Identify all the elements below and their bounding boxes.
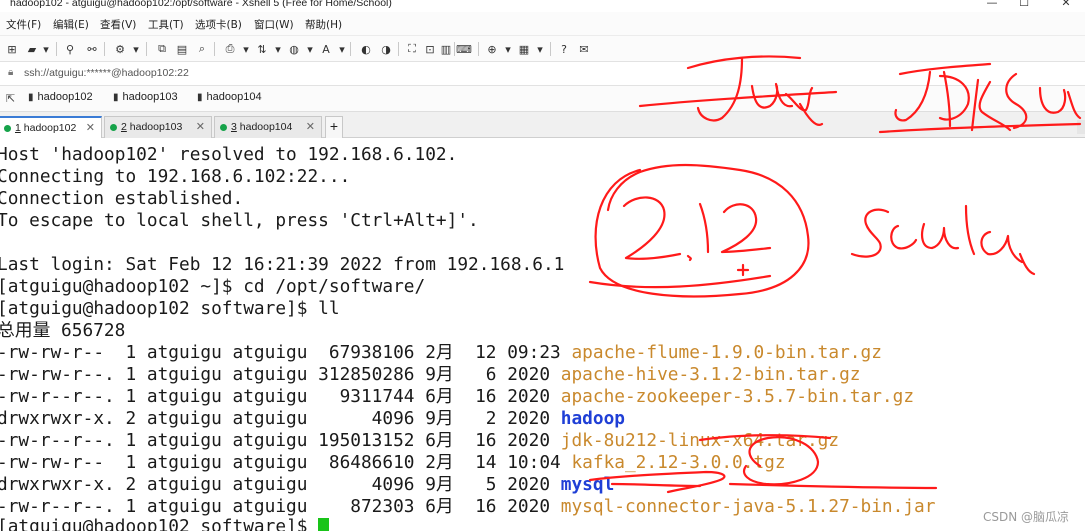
dropdown-arrow-icon[interactable]: ▾ <box>532 41 548 57</box>
lock-icon: 🔒︎ <box>8 67 14 78</box>
menu-help[interactable]: 帮助(H) <box>305 17 342 32</box>
terminal-line: [atguigu@hadoop102 ~]$ cd /opt/software/ <box>0 276 426 297</box>
dropdown-arrow-icon[interactable]: ▾ <box>128 41 144 57</box>
dropdown-arrow-icon[interactable]: ▾ <box>38 41 54 57</box>
link-hadoop103[interactable]: ▮ hadoop103 <box>113 91 178 103</box>
bookmark-icon: ▮ <box>28 92 34 103</box>
menu-tools[interactable]: 工具(T) <box>148 17 184 32</box>
prompt-line[interactable]: [atguigu@hadoop102 software]$ <box>0 516 330 531</box>
address-bar[interactable]: 🔒︎ ssh://atguigu:******@hadoop102:22 <box>0 62 1085 86</box>
file-row: -rw-rw-r-- 1 atguigu atguigu 86486610 2月… <box>0 452 786 473</box>
keyboard-icon[interactable]: ⌨ <box>456 41 472 57</box>
bookmark-icon: ▮ <box>113 92 119 103</box>
tab-bar: 1 hadoop102 ✕ 2 hadoop103 ✕ 3 hadoop104 … <box>0 112 1085 139</box>
file-row: -rw-rw-r--. 1 atguigu atguigu 312850286 … <box>0 364 861 385</box>
dropdown-arrow-icon[interactable]: ▾ <box>302 41 318 57</box>
scrollbar[interactable] <box>1077 120 1085 134</box>
toolbar: ⊞ ▰ ▾ ⚲ ⚯ ⚙ ▾ ⧉ ▤ ⌕ ⎙ ▾ ⇅ ▾ ◍ ▾ A ▾ ◐ ◑ … <box>0 36 1085 62</box>
close-icon[interactable]: ✕ <box>1058 0 1074 9</box>
dropdown-arrow-icon[interactable]: ▾ <box>500 41 516 57</box>
dropdown-arrow-icon[interactable]: ▾ <box>270 41 286 57</box>
link-hadoop102[interactable]: ▮ hadoop102 <box>28 91 93 103</box>
session-url[interactable]: ssh://atguigu:******@hadoop102:22 <box>24 67 189 79</box>
help-icon[interactable]: ? <box>556 41 572 57</box>
copy-icon[interactable]: ⧉ <box>154 41 170 57</box>
font-icon[interactable]: A <box>318 41 334 57</box>
title-bar: hadoop102 - atguigu@hadoop102:/opt/softw… <box>0 0 1085 12</box>
link-hadoop104[interactable]: ▮ hadoop104 <box>197 91 262 103</box>
file-row: -rw-r--r--. 1 atguigu atguigu 195013152 … <box>0 430 840 451</box>
connected-status-icon <box>220 124 227 131</box>
file-row: drwxrwxr-x. 2 atguigu atguigu 4096 9月 5 … <box>0 474 615 495</box>
disconnect-icon[interactable]: ⚯ <box>84 41 100 57</box>
dropdown-arrow-icon[interactable]: ▾ <box>334 41 350 57</box>
tab-hadoop104[interactable]: 3 hadoop104 ✕ <box>214 116 322 138</box>
tab-hadoop103[interactable]: 2 hadoop103 ✕ <box>104 116 212 138</box>
connected-status-icon <box>110 124 117 131</box>
terminal-line: 总用量 656728 <box>0 320 126 341</box>
find-icon[interactable]: ⌕ <box>194 41 210 57</box>
terminal-line: Host 'hadoop102' resolved to 192.168.6.1… <box>0 144 458 165</box>
menu-view[interactable]: 查看(V) <box>100 17 136 32</box>
menu-window[interactable]: 窗口(W) <box>254 17 294 32</box>
close-tab-icon[interactable]: ✕ <box>196 120 205 133</box>
xagent-icon[interactable]: ◑ <box>378 41 394 57</box>
file-row: -rw-r--r--. 1 atguigu atguigu 872303 6月 … <box>0 496 936 517</box>
chat-icon[interactable]: ✉ <box>576 41 592 57</box>
globe-icon[interactable]: ◍ <box>286 41 302 57</box>
terminal-line: Connection established. <box>0 188 244 209</box>
file-name: jdk-8u212-linux-x64.tar.gz <box>560 430 840 451</box>
file-name: mysql-connector-java-5.1.27-bin.jar <box>560 496 936 517</box>
add-tab-icon[interactable]: + <box>325 116 343 138</box>
file-name: apache-hive-3.1.2-bin.tar.gz <box>560 364 861 385</box>
terminal-line: Connecting to 192.168.6.102:22... <box>0 166 351 187</box>
file-name: apache-flume-1.9.0-bin.tar.gz <box>571 342 882 363</box>
bookmark-icon: ▮ <box>197 92 203 103</box>
paste-icon[interactable]: ▤ <box>174 41 190 57</box>
terminal-line: To escape to local shell, press 'Ctrl+Al… <box>0 210 479 231</box>
directory-name: mysql <box>560 474 615 495</box>
menu-tabs[interactable]: 选项卡(B) <box>195 17 242 32</box>
links-bar: ⇱ ▮ hadoop102 ▮ hadoop103 ▮ hadoop104 <box>0 86 1085 112</box>
menu-file[interactable]: 文件(F) <box>6 17 41 32</box>
terminal-cursor <box>318 518 330 531</box>
file-row: drwxrwxr-x. 2 atguigu atguigu 4096 9月 2 … <box>0 408 625 429</box>
connected-status-icon <box>4 125 11 132</box>
new-session-icon[interactable]: ⊞ <box>4 41 20 57</box>
close-tab-icon[interactable]: ✕ <box>306 120 315 133</box>
tab-hadoop102[interactable]: 1 hadoop102 ✕ <box>0 116 102 139</box>
xftp-icon[interactable]: ◐ <box>358 41 374 57</box>
file-row: -rw-rw-r-- 1 atguigu atguigu 67938106 2月… <box>0 342 882 363</box>
dropdown-arrow-icon[interactable]: ▾ <box>238 41 254 57</box>
terminal[interactable]: Host 'hadoop102' resolved to 192.168.6.1… <box>0 138 1085 531</box>
properties-icon[interactable]: ⚙ <box>112 41 128 57</box>
print-icon[interactable]: ⎙ <box>222 41 238 57</box>
close-tab-icon[interactable]: ✕ <box>86 121 95 134</box>
file-name: kafka_2.12-3.0.0.tgz <box>571 452 786 473</box>
reconnect-icon[interactable]: ⚲ <box>62 41 78 57</box>
maximize-icon[interactable]: ☐ <box>1016 0 1032 9</box>
terminal-line: Last login: Sat Feb 12 16:21:39 2022 fro… <box>0 254 565 275</box>
new-tab-icon[interactable]: ⊕ <box>484 41 500 57</box>
links-menu-icon[interactable]: ⇱ <box>6 92 15 105</box>
watermark: CSDN @脑瓜凉 <box>982 510 1069 524</box>
directory-name: hadoop <box>560 408 625 429</box>
lock-screen-icon[interactable]: ⊡ <box>422 41 438 57</box>
minimize-icon[interactable]: — <box>984 0 1000 9</box>
file-name: apache-zookeeper-3.5.7-bin.tar.gz <box>560 386 915 407</box>
terminal-line: [atguigu@hadoop102 software]$ ll <box>0 298 340 319</box>
menu-edit[interactable]: 编辑(E) <box>53 17 89 32</box>
window-title: hadoop102 - atguigu@hadoop102:/opt/softw… <box>10 0 392 9</box>
transfer-icon[interactable]: ⇅ <box>254 41 270 57</box>
file-row: -rw-r--r--. 1 atguigu atguigu 9311744 6月… <box>0 386 915 407</box>
menu-bar: 文件(F) 编辑(E) 查看(V) 工具(T) 选项卡(B) 窗口(W) 帮助(… <box>0 12 1085 36</box>
fullscreen-icon[interactable]: ⛶ <box>404 41 420 57</box>
transparency-icon[interactable]: ▥ <box>438 41 454 57</box>
layout-icon[interactable]: ▦ <box>516 41 532 57</box>
